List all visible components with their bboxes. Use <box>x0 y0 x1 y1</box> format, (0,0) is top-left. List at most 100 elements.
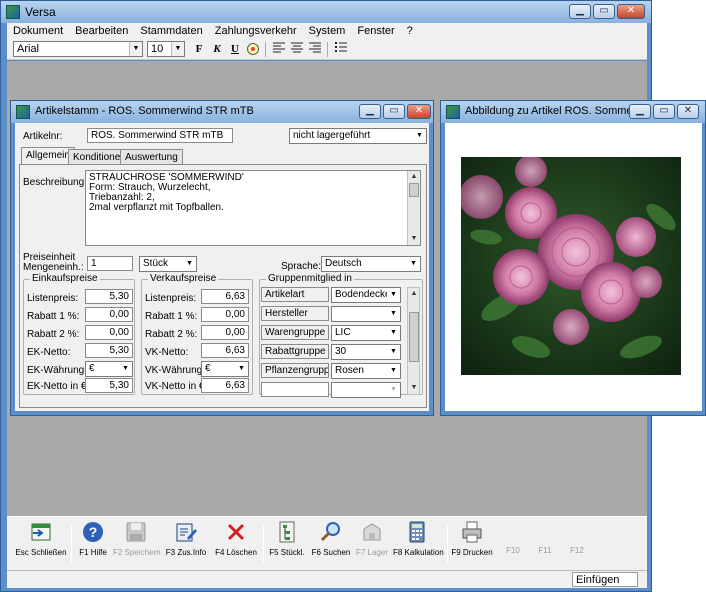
help-icon: ? <box>83 522 103 542</box>
chevron-down-icon: ▼ <box>387 326 400 340</box>
scroll-up-icon[interactable]: ▲ <box>409 289 419 299</box>
ek-rabatt1-field[interactable]: 0,00 <box>85 307 133 322</box>
sprache-select[interactable]: Deutsch ▼ <box>321 256 421 272</box>
beschreibung-scrollbar[interactable]: ▲ ▼ <box>407 171 420 245</box>
f6-search-button[interactable]: F6 Suchen <box>311 521 351 565</box>
color-picker-icon[interactable] <box>245 42 261 57</box>
menu-system[interactable]: System <box>303 23 352 39</box>
f5-bom-label: F5 Stückl. <box>269 548 305 557</box>
f6-search-label: F6 Suchen <box>311 548 351 557</box>
app-titlebar[interactable]: Versa ▁ ▭ ✕ <box>1 1 651 23</box>
scroll-thumb[interactable] <box>409 183 419 197</box>
menu-stammdaten[interactable]: Stammdaten <box>134 23 208 39</box>
align-right-icon[interactable] <box>307 42 323 57</box>
maximize-button[interactable]: ▭ <box>593 4 615 19</box>
insert-mode-indicator: Einfügen <box>572 572 638 587</box>
italic-button[interactable]: K <box>209 42 225 57</box>
gruppe-hersteller-select[interactable]: ▼ <box>331 306 401 322</box>
menu-help[interactable]: ? <box>401 23 419 39</box>
f7-stock-label: F7 Lager <box>355 548 389 557</box>
sprache-value: Deutsch <box>325 258 362 269</box>
f1-help-button[interactable]: ? F1 Hilfe <box>75 521 111 565</box>
f7-stock-button[interactable]: F7 Lager <box>353 521 391 565</box>
f2-save-button[interactable]: F2 Speichern <box>113 521 161 565</box>
einheit-select[interactable]: Stück ▼ <box>139 256 197 272</box>
menu-zahlungsverkehr[interactable]: Zahlungsverkehr <box>209 23 303 39</box>
align-left-icon[interactable] <box>271 42 287 57</box>
fkey-separator <box>263 525 264 563</box>
vk-rabatt2-field[interactable]: 0,00 <box>201 325 249 340</box>
close-button[interactable]: ✕ <box>617 4 645 19</box>
f11-label: F11 <box>538 546 552 555</box>
bullet-list-icon[interactable] <box>333 42 349 57</box>
article-maximize-button[interactable]: ▭ <box>383 104 405 119</box>
menu-bearbeiten[interactable]: Bearbeiten <box>69 23 134 39</box>
vk-netto-field[interactable]: 6,63 <box>201 343 249 358</box>
einheit-value: Stück <box>143 258 169 269</box>
font-size-select[interactable]: 10 ▼ <box>147 41 185 57</box>
tab-allgemein[interactable]: Allgemein <box>21 147 75 165</box>
ek-listenpreis-field[interactable]: 5,30 <box>85 289 133 304</box>
image-titlebar[interactable]: Abbildung zu Artikel ROS. Sommerwind ▁ ▭… <box>441 101 705 123</box>
gruppe-warengruppe-value: LIC <box>335 327 351 338</box>
article-window-title: Artikelstamm - ROS. Sommerwind STR mTB <box>35 105 254 117</box>
gruppe-artikelart-select[interactable]: Bodendecker ▼ <box>331 287 401 303</box>
vk-waehrung-select[interactable]: € ▼ <box>201 361 249 377</box>
gruppe-artikelart-value: Bodendecker <box>335 289 394 300</box>
vk-rabatt1-field[interactable]: 0,00 <box>201 307 249 322</box>
ek-netto-eur-field[interactable]: 5,30 <box>85 378 133 393</box>
minimize-button[interactable]: ▁ <box>569 4 591 19</box>
article-minimize-button[interactable]: ▁ <box>359 104 381 119</box>
calculator-icon <box>409 521 425 543</box>
f10-button[interactable]: F10 <box>501 521 525 565</box>
align-center-icon[interactable] <box>289 42 305 57</box>
vk-listenpreis-field[interactable]: 6,63 <box>201 289 249 304</box>
ek-waehrung-select[interactable]: € ▼ <box>85 361 133 377</box>
lager-select[interactable]: nicht lagergeführt ▼ <box>289 128 427 144</box>
font-select[interactable]: Arial ▼ <box>13 41 143 57</box>
scroll-thumb[interactable] <box>409 312 419 362</box>
f12-button[interactable]: F12 <box>565 521 589 565</box>
gruppe-pflanzengruppe-value: Rosen <box>335 365 364 376</box>
beschreibung-textarea[interactable]: STRAUCHROSE 'SOMMERWIND' Form: Strauch, … <box>85 170 421 246</box>
chevron-down-icon: ▼ <box>387 288 400 302</box>
f5-bom-button[interactable]: F5 Stückl. <box>265 521 309 565</box>
ek-waehrung-value: € <box>89 363 95 374</box>
font-value: Arial <box>17 43 40 55</box>
artikelnr-field[interactable]: ROS. Sommerwind STR mTB <box>87 128 233 143</box>
image-window-icon <box>446 105 460 119</box>
warehouse-icon <box>363 523 381 541</box>
image-minimize-button[interactable]: ▁ <box>629 104 651 119</box>
scroll-up-icon[interactable]: ▲ <box>409 172 419 182</box>
article-titlebar[interactable]: Artikelstamm - ROS. Sommerwind STR mTB ▁… <box>11 101 433 123</box>
f9-print-button[interactable]: F9 Drucken <box>451 521 493 565</box>
app-title: Versa <box>25 5 56 19</box>
f8-calculation-button[interactable]: F8 Kalkulation <box>393 521 444 565</box>
gruppen-scrollbar[interactable]: ▲ ▼ <box>407 287 420 395</box>
f11-button[interactable]: F11 <box>533 521 557 565</box>
mengeneinh-field[interactable]: 1 <box>87 256 133 271</box>
scroll-down-icon[interactable]: ▼ <box>409 234 419 244</box>
ek-rabatt2-field[interactable]: 0,00 <box>85 325 133 340</box>
image-maximize-button[interactable]: ▭ <box>653 104 675 119</box>
underline-button[interactable]: U <box>227 42 243 57</box>
scroll-down-icon[interactable]: ▼ <box>409 383 419 393</box>
f3-info-button[interactable]: F3 Zus.Info <box>163 521 209 565</box>
image-close-button[interactable]: ✕ <box>677 104 699 119</box>
menu-fenster[interactable]: Fenster <box>351 23 400 39</box>
bold-button[interactable]: F <box>191 42 207 57</box>
ek-netto-field[interactable]: 5,30 <box>85 343 133 358</box>
vk-netto-eur-field[interactable]: 6,63 <box>201 378 249 393</box>
gruppe-warengruppe-select[interactable]: LIC ▼ <box>331 325 401 341</box>
gruppe-rabattgruppe-select[interactable]: 30 ▼ <box>331 344 401 360</box>
gruppe-empty-select[interactable]: ▼ <box>331 382 401 398</box>
gruppe-pflanzengruppe-select[interactable]: Rosen ▼ <box>331 363 401 379</box>
menu-dokument[interactable]: Dokument <box>7 23 69 39</box>
f4-delete-button[interactable]: F4 Löschen <box>213 521 259 565</box>
gruppe-label-empty[interactable] <box>261 382 329 397</box>
esc-close-button[interactable]: Esc Schließen <box>13 521 69 565</box>
tab-auswertung[interactable]: Auswertung <box>120 149 183 165</box>
article-close-button[interactable]: ✕ <box>407 104 431 119</box>
toolbar-separator <box>265 42 266 57</box>
mengeneinh-label: Mengeneinh.: <box>23 262 84 273</box>
